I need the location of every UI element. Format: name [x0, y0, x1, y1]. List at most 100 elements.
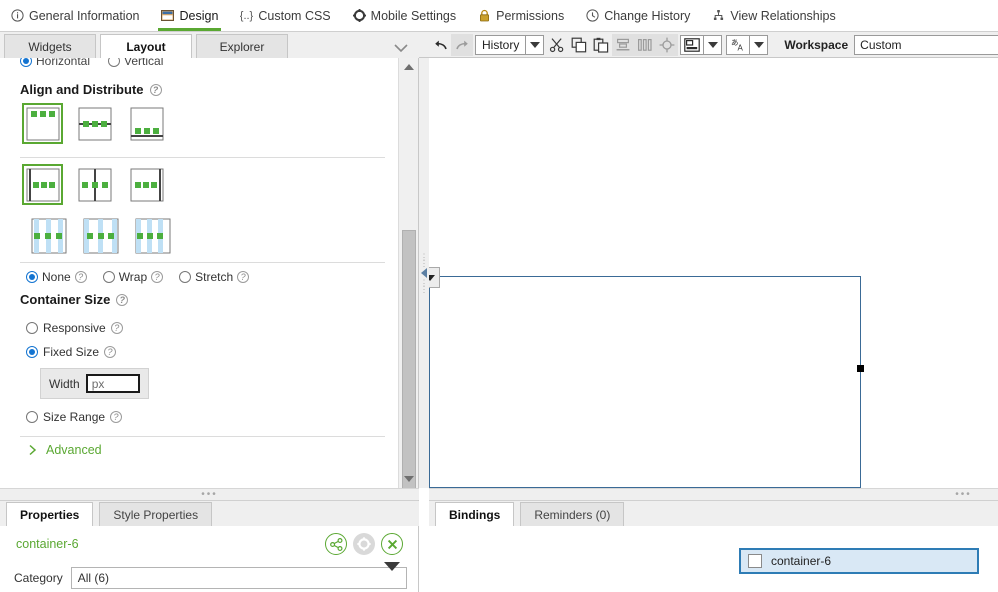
tab-style-properties[interactable]: Style Properties [99, 502, 212, 526]
tab-properties[interactable]: Properties [6, 502, 93, 526]
wrap-option-label: Wrap [119, 270, 147, 284]
align-bottom-button[interactable] [126, 103, 167, 144]
help-circle-icon[interactable]: ? [116, 294, 128, 306]
panel-tab-widgets[interactable]: Widgets [4, 34, 96, 58]
tab-bindings[interactable]: Bindings [435, 502, 514, 526]
translation-dropdown[interactable]: あA [726, 35, 768, 55]
workspace-input[interactable] [854, 35, 998, 55]
redo-button[interactable] [451, 34, 473, 56]
bindings-panel-splitter[interactable]: ••• [429, 488, 998, 500]
orientation-option-horizontal[interactable]: Horizontal [20, 58, 90, 68]
grip-dots-icon: ⋮ [420, 260, 429, 266]
binding-checkbox[interactable] [748, 554, 762, 568]
radio-vertical[interactable] [108, 58, 120, 67]
container-size-option-size-range[interactable]: Size Range ? [26, 410, 122, 424]
lock-icon [478, 9, 491, 22]
topnav-item-custom-css[interactable]: {..} Custom CSS [229, 0, 341, 31]
canvas-surface[interactable] [429, 58, 998, 488]
tab-reminders[interactable]: Reminders (0) [520, 502, 624, 526]
caret-down-icon[interactable] [384, 571, 400, 585]
radio-none[interactable] [26, 271, 38, 283]
radio-responsive[interactable] [26, 322, 38, 334]
properties-tab-strip: Properties Style Properties [0, 501, 419, 526]
undo-button[interactable] [429, 34, 451, 56]
category-select[interactable]: All (6) [71, 567, 407, 589]
copy-button[interactable] [568, 34, 590, 56]
caret-down-icon[interactable] [703, 36, 721, 54]
layout-view-dropdown[interactable] [680, 35, 722, 55]
settings-button[interactable] [353, 533, 375, 555]
share-relationships-button[interactable] [325, 533, 347, 555]
wrap-option-stretch[interactable]: Stretch ? [179, 270, 249, 284]
radio-stretch[interactable] [179, 271, 191, 283]
distribute-packed-button[interactable] [132, 215, 173, 256]
info-circle-icon [11, 9, 24, 22]
scrollbar-thumb[interactable] [402, 230, 416, 488]
topnav-label: Custom CSS [258, 9, 330, 23]
align-button[interactable] [612, 34, 634, 56]
scroll-up-button[interactable] [399, 58, 419, 76]
radio-size-range[interactable] [26, 411, 38, 423]
properties-panel-splitter[interactable]: ••• [0, 488, 419, 500]
caret-down-icon[interactable] [525, 36, 543, 54]
container-size-option-fixed-size[interactable]: Fixed Size ? [26, 345, 116, 359]
topnav-item-view-relationships[interactable]: View Relationships [701, 0, 846, 31]
canvas-selected-container[interactable] [429, 276, 861, 488]
container-size-option-responsive[interactable]: Responsive ? [26, 321, 123, 335]
divider [20, 436, 385, 437]
align-center-button[interactable] [74, 164, 115, 205]
vertical-splitter[interactable]: ⋮ ⋮ ⋮ ⋮ [419, 58, 429, 488]
align-right-button[interactable] [126, 164, 167, 205]
radio-fixed-size[interactable] [26, 346, 38, 358]
radio-wrap[interactable] [103, 271, 115, 283]
binding-list-item[interactable]: container-6 [739, 548, 979, 574]
panel-tab-explorer[interactable]: Explorer [196, 34, 288, 58]
paste-button[interactable] [590, 34, 612, 56]
help-circle-icon[interactable]: ? [104, 346, 116, 358]
help-circle-icon[interactable]: ? [110, 411, 122, 423]
topnav-item-design[interactable]: Design [150, 0, 229, 31]
help-circle-icon[interactable]: ? [237, 271, 249, 283]
caret-down-icon[interactable] [749, 36, 767, 54]
align-middle-button[interactable] [74, 103, 115, 144]
help-circle-icon[interactable]: ? [151, 271, 163, 283]
orientation-option-vertical[interactable]: Vertical [108, 58, 163, 68]
collapse-left-panel-arrow-icon[interactable] [421, 268, 427, 278]
cut-button[interactable] [546, 34, 568, 56]
topnav-item-general-information[interactable]: General Information [0, 0, 150, 31]
layout-panel-scroll-area: Horizontal Vertical Align and Distribute… [0, 58, 398, 488]
container-size-label: Fixed Size [43, 345, 99, 359]
distribute-equal-spacing-button[interactable] [28, 215, 69, 256]
resize-handle-east[interactable] [857, 365, 864, 372]
wrap-option-none[interactable]: None ? [26, 270, 87, 284]
align-left-button[interactable] [22, 164, 63, 205]
close-button[interactable] [381, 533, 403, 555]
distribute-button[interactable] [634, 34, 656, 56]
align-row-vertical [22, 103, 167, 144]
chevron-down-icon[interactable] [393, 43, 409, 53]
topnav-item-change-history[interactable]: Change History [575, 0, 701, 31]
topnav-item-mobile-settings[interactable]: Mobile Settings [342, 0, 467, 31]
share-node-icon [330, 538, 343, 551]
help-circle-icon[interactable]: ? [150, 84, 162, 96]
caret-down-icon [429, 275, 435, 281]
history-dropdown[interactable]: History [475, 35, 544, 55]
snap-button[interactable] [656, 34, 678, 56]
advanced-section-toggle[interactable]: Advanced [28, 443, 102, 457]
help-circle-icon[interactable]: ? [75, 271, 87, 283]
distribute-edges-button[interactable] [80, 215, 121, 256]
topnav-item-permissions[interactable]: Permissions [467, 0, 575, 31]
help-circle-icon[interactable]: ? [111, 322, 123, 334]
scroll-down-button[interactable] [399, 470, 419, 488]
width-input[interactable] [86, 374, 140, 393]
topnav-label: View Relationships [730, 9, 835, 23]
design-canvas[interactable] [429, 58, 998, 488]
radio-horizontal[interactable] [20, 58, 32, 67]
distribute-row [28, 215, 173, 256]
container-dropdown-handle[interactable] [429, 267, 440, 288]
layout-panel-scrollbar[interactable] [398, 58, 418, 488]
panel-tab-layout[interactable]: Layout [100, 34, 192, 58]
wrap-option-wrap[interactable]: Wrap ? [103, 270, 163, 284]
align-top-button[interactable] [22, 103, 63, 144]
align-distribute-heading: Align and Distribute ? [20, 82, 162, 97]
